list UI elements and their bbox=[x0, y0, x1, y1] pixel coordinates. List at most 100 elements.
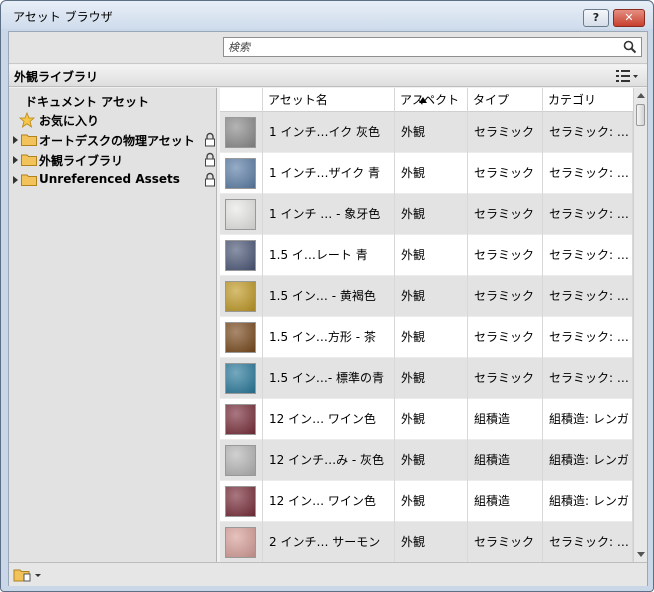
material-swatch bbox=[225, 281, 256, 312]
grid-header: アセット名 アスペクト タイプ カテゴリ bbox=[220, 88, 633, 112]
column-asset-name[interactable]: アセット名 bbox=[263, 88, 427, 112]
category-cell: セラミック: … bbox=[543, 317, 633, 358]
scroll-thumb[interactable] bbox=[636, 104, 645, 126]
category-cell: セラミック: … bbox=[543, 194, 633, 235]
table-row[interactable]: 1 インチ … - 象牙色 外観 セラミック セラミック: … bbox=[220, 194, 633, 235]
column-category[interactable]: カテゴリ bbox=[543, 88, 633, 112]
lock-icon bbox=[205, 172, 215, 187]
folder-icon bbox=[21, 174, 37, 186]
library-header: 外観ライブラリ bbox=[9, 65, 647, 87]
category-cell: セラミック: … bbox=[543, 112, 633, 153]
table-row[interactable]: 1.5 イン…- 標準の青 外観 セラミック セラミック: … bbox=[220, 358, 633, 399]
aspect-cell: 外観 bbox=[395, 440, 468, 481]
tree-item-autodesk-physical-assets[interactable]: オートデスクの物理アセット bbox=[11, 131, 215, 149]
material-swatch bbox=[225, 240, 256, 271]
search-icon[interactable] bbox=[623, 40, 637, 54]
material-swatch bbox=[225, 486, 256, 517]
table-row[interactable]: 1.5 イン…方形 - 茶外観 セラミック セラミック: … bbox=[220, 317, 633, 358]
vertical-scrollbar[interactable] bbox=[633, 88, 647, 562]
star-icon bbox=[19, 112, 35, 128]
thumbnail-cell bbox=[220, 522, 263, 562]
table-row[interactable]: 2 インチ… サーモン 外観 セラミック セラミック: … bbox=[220, 522, 633, 562]
tree-item-label: オートデスクの物理アセット bbox=[39, 134, 195, 148]
type-cell: 組積造 bbox=[468, 440, 543, 481]
column-type[interactable]: タイプ bbox=[468, 88, 543, 112]
type-cell: セラミック bbox=[468, 317, 543, 358]
aspect-cell: 外観 bbox=[395, 153, 468, 194]
material-swatch bbox=[225, 158, 256, 189]
tree-item-label: お気に入り bbox=[39, 114, 100, 128]
thumbnail-cell bbox=[220, 235, 263, 276]
column-aspect[interactable]: アスペクト bbox=[395, 88, 468, 112]
help-button[interactable]: ? bbox=[583, 9, 609, 27]
tree-item-document-assets[interactable]: ドキュメント アセット bbox=[25, 92, 215, 110]
client-area: 外観ライブラリ ドキュメント アセット お気に入り bbox=[8, 31, 648, 586]
category-cell: 組積造: レンガ bbox=[543, 481, 633, 522]
table-row[interactable]: 1 インチ…ザイク 青外観 セラミック セラミック: … bbox=[220, 153, 633, 194]
type-cell: セラミック bbox=[468, 276, 543, 317]
library-folder-menu-icon[interactable] bbox=[13, 567, 43, 583]
folder-icon bbox=[21, 134, 37, 146]
library-title: 外観ライブラリ bbox=[14, 70, 99, 84]
table-row[interactable]: 12 インチ…み - 灰色 外観 組積造 組積造: レンガ bbox=[220, 440, 633, 481]
type-cell: セラミック bbox=[468, 194, 543, 235]
name-cell: 12 インチ…み - 灰色 bbox=[263, 440, 395, 481]
expand-arrow-icon[interactable] bbox=[13, 136, 18, 144]
type-cell: セラミック bbox=[468, 153, 543, 194]
scroll-up-icon[interactable] bbox=[637, 93, 645, 98]
aspect-cell: 外観 bbox=[395, 276, 468, 317]
type-cell: セラミック bbox=[468, 235, 543, 276]
material-swatch bbox=[225, 322, 256, 353]
tree-item-unreferenced-assets[interactable]: Unreferenced Assets bbox=[11, 171, 215, 189]
thumbnail-cell bbox=[220, 358, 263, 399]
view-options-icon[interactable] bbox=[615, 68, 639, 84]
expand-arrow-icon[interactable] bbox=[13, 176, 18, 184]
thumbnail-cell bbox=[220, 276, 263, 317]
tree-item-appearance-library[interactable]: 外観ライブラリ bbox=[11, 151, 215, 169]
tree-item-label: 外観ライブラリ bbox=[39, 154, 124, 168]
aspect-cell: 外観 bbox=[395, 235, 468, 276]
thumbnail-cell bbox=[220, 440, 263, 481]
material-swatch bbox=[225, 527, 256, 558]
thumbnail-cell bbox=[220, 112, 263, 153]
expand-arrow-icon[interactable] bbox=[13, 156, 18, 164]
category-cell: セラミック: … bbox=[543, 276, 633, 317]
table-row[interactable]: 12 イン… ワイン色 外観 組積造 組積造: レンガ bbox=[220, 399, 633, 440]
table-row[interactable]: 1.5 イ…レート 青外観 セラミック セラミック: … bbox=[220, 235, 633, 276]
name-cell: 12 イン… ワイン色 bbox=[263, 399, 395, 440]
search-input[interactable] bbox=[224, 38, 614, 56]
thumbnail-cell bbox=[220, 481, 263, 522]
aspect-cell: 外観 bbox=[395, 112, 468, 153]
name-cell: 12 イン… ワイン色 bbox=[263, 481, 395, 522]
category-cell: セラミック: … bbox=[543, 153, 633, 194]
category-cell: セラミック: … bbox=[543, 358, 633, 399]
search-box[interactable] bbox=[223, 37, 642, 57]
scroll-down-icon[interactable] bbox=[637, 552, 645, 557]
close-button[interactable]: ✕ bbox=[613, 9, 645, 27]
table-row[interactable]: 1.5 イン… - 黄褐色 外観 セラミック セラミック: … bbox=[220, 276, 633, 317]
title-bar[interactable]: アセット ブラウザ ? ✕ bbox=[1, 1, 653, 29]
name-cell: 1 インチ…ザイク 青 bbox=[263, 153, 395, 194]
type-cell: セラミック bbox=[468, 522, 543, 562]
tree-item-favorites[interactable]: お気に入り bbox=[17, 111, 215, 129]
thumbnail-cell bbox=[220, 153, 263, 194]
lock-icon bbox=[205, 152, 215, 167]
name-cell: 1.5 イ…レート 青 bbox=[263, 235, 395, 276]
aspect-cell: 外観 bbox=[395, 481, 468, 522]
material-swatch bbox=[225, 363, 256, 394]
category-cell: セラミック: … bbox=[543, 235, 633, 276]
folder-icon bbox=[21, 154, 37, 166]
name-cell: 1.5 イン…方形 - 茶 bbox=[263, 317, 395, 358]
type-cell: セラミック bbox=[468, 112, 543, 153]
search-row bbox=[9, 32, 647, 64]
library-tree: ドキュメント アセット お気に入り オートデスクの物理アセット 外観ライブラリ … bbox=[9, 88, 217, 562]
thumbnail-cell bbox=[220, 317, 263, 358]
table-row[interactable]: 1 インチ…イク 灰色 外観 セラミック セラミック: … bbox=[220, 112, 633, 153]
lock-icon bbox=[205, 132, 215, 147]
table-row[interactable]: 12 イン… ワイン色 外観 組積造 組積造: レンガ bbox=[220, 481, 633, 522]
aspect-cell: 外観 bbox=[395, 317, 468, 358]
thumbnail-cell bbox=[220, 194, 263, 235]
aspect-cell: 外観 bbox=[395, 399, 468, 440]
type-cell: 組積造 bbox=[468, 399, 543, 440]
thumbnail-cell bbox=[220, 399, 263, 440]
